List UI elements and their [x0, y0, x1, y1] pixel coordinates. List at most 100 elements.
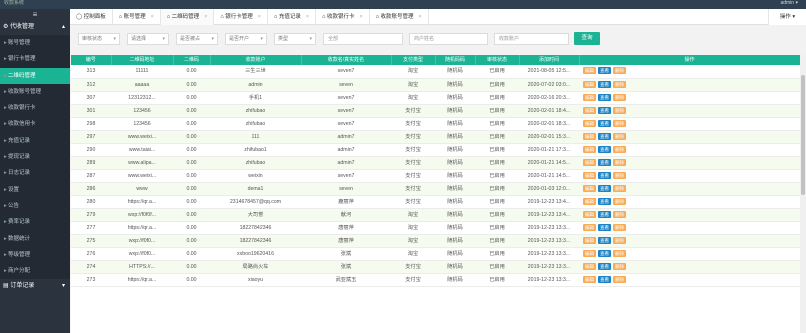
delete-button[interactable]: 删除	[613, 158, 626, 166]
view-button[interactable]: 查看	[598, 224, 611, 232]
select-audit-status[interactable]: 审核状态 ▾	[78, 33, 120, 45]
view-button[interactable]: 查看	[598, 67, 611, 75]
edit-button[interactable]: 编辑	[583, 250, 596, 258]
close-icon[interactable]: ×	[204, 14, 207, 20]
tab[interactable]: ⌂ 收款银行卡 ×	[316, 9, 370, 25]
view-button[interactable]: 查看	[598, 276, 611, 284]
table-row[interactable]: 301 123456 0.00 zhifubao seven7 支付宝 随机码 已启用 2020…	[71, 104, 800, 118]
delete-button[interactable]: 删除	[613, 211, 626, 219]
sidebar-item[interactable]: ▸设置	[0, 181, 70, 198]
table-row[interactable]: 276 wxp://f0f0... 0.00 xxboo19620416 张斌 淘宝 随机码…	[71, 247, 800, 262]
user-menu[interactable]: admin ▾	[780, 0, 798, 6]
sidebar-item[interactable]: ▸日志记录	[0, 165, 70, 182]
edit-button[interactable]: 编辑	[583, 211, 596, 219]
delete-button[interactable]: 删除	[613, 93, 626, 101]
edit-button[interactable]: 编辑	[583, 106, 596, 114]
delete-button[interactable]: 删除	[613, 250, 626, 258]
search-button[interactable]: 查询	[574, 32, 600, 45]
edit-button[interactable]: 编辑	[583, 119, 596, 127]
sidebar-item[interactable]: ▸充值记录	[0, 132, 70, 150]
close-icon[interactable]: ×	[419, 14, 422, 20]
table-row[interactable]: 298 123456 0.00 zhifubao seven7 支付宝 随机码 已启用 2020…	[71, 117, 800, 131]
table-row[interactable]: 275 wxp://f0f0... 0.00 18227842346 唐丽萍 淘宝 随机码已…	[71, 234, 800, 249]
table-row[interactable]: 286 www 0.00 dema1 seven 支付宝 随机码 已启用 2020-01-03 …	[71, 182, 800, 196]
table-row[interactable]: 312 aaaaa 0.00 admin seven 淘宝 随机码 已启用 2020-07-02…	[71, 78, 800, 92]
sidebar-group-collection[interactable]: ⚙ 代收管理 ▴	[0, 20, 70, 35]
tab[interactable]: ◯ 控制面板	[70, 9, 113, 25]
table-row[interactable]: 290 www.taiai... 0.00 zhifubao1 admin7 支付宝 随机码…	[71, 143, 800, 157]
view-button[interactable]: 查看	[598, 158, 611, 166]
view-button[interactable]: 查看	[598, 80, 611, 88]
close-icon[interactable]: ×	[306, 14, 309, 20]
edit-button[interactable]: 编辑	[583, 197, 596, 205]
view-button[interactable]: 查看	[598, 93, 611, 101]
delete-button[interactable]: 删除	[613, 106, 626, 114]
view-button[interactable]: 查看	[598, 197, 611, 205]
table-row[interactable]: 307 12312312... 0.00 手机1 seven7 淘宝 随机码 已启用 2020-…	[71, 91, 800, 105]
table-row[interactable]: 277 https://qr.a... 0.00 18227842346 唐丽萍 淘宝 随机…	[71, 221, 800, 236]
table-row[interactable]: 280 https://qr.a... 0.00 2314678457@qq.com 鹿…	[71, 195, 800, 210]
tab[interactable]: ⌂ 收款账号管理 ×	[370, 9, 429, 25]
sidebar-item[interactable]: ▸收款银行卡	[0, 100, 70, 117]
tab[interactable]: ⌂ 账号管理 ×	[113, 9, 161, 25]
delete-button[interactable]: 删除	[613, 67, 626, 75]
edit-button[interactable]: 编辑	[583, 263, 596, 271]
table-row[interactable]: 289 www.alipa... 0.00 zhifubao admin7 支付宝 随机码已…	[71, 156, 800, 170]
scrollbar-thumb[interactable]	[801, 75, 805, 195]
edit-button[interactable]: 编辑	[583, 184, 596, 192]
edit-button[interactable]: 编辑	[583, 171, 596, 179]
sidebar-group-orders[interactable]: ▤ 订单记录 ▾	[0, 279, 70, 295]
table-row[interactable]: 313 11111 0.00 三生三世 seven7 淘宝 随机码 已启用 2021-08-05…	[71, 65, 800, 79]
menu-toggle-icon[interactable]: ≡	[0, 9, 70, 20]
edit-button[interactable]: 编辑	[583, 93, 596, 101]
vertical-scrollbar[interactable]	[800, 55, 806, 333]
delete-button[interactable]: 删除	[613, 145, 626, 153]
close-icon[interactable]: ×	[359, 14, 362, 20]
sidebar-item[interactable]: ▸等级管理	[0, 246, 70, 264]
sidebar-item[interactable]: ▸公告	[0, 197, 70, 215]
table-row[interactable]: 274 HTTPS://... 0.00 局路尚火车 张斌 支付宝 随机码 已启用 2019-1…	[71, 260, 800, 275]
view-button[interactable]: 查看	[598, 211, 611, 219]
edit-button[interactable]: 编辑	[583, 237, 596, 245]
input-all[interactable]: 全部	[323, 33, 403, 45]
input-receive-account[interactable]: 收款账户	[494, 33, 569, 45]
table-row[interactable]: 287 www.weixi... 0.00 weixin seven7 支付宝 随机码 已启用…	[71, 169, 800, 183]
close-icon[interactable]: ×	[151, 14, 154, 20]
tab[interactable]: ⌂ 二维码管理 ×	[160, 9, 215, 25]
delete-button[interactable]: 删除	[613, 197, 626, 205]
select-occupied[interactable]: 是否被占 ▾	[176, 33, 218, 45]
delete-button[interactable]: 删除	[613, 184, 626, 192]
table-row[interactable]: 273 https://qr.a... 0.00 xiaoyu 武亚斌玉 支付宝 随机码 已启…	[71, 273, 800, 288]
sidebar-item[interactable]: ▸提现记录	[0, 149, 70, 166]
select-opened[interactable]: 是否开户 ▾	[225, 33, 267, 45]
view-button[interactable]: 查看	[598, 106, 611, 114]
tab-operations-menu[interactable]: 操作 ▾	[768, 9, 806, 25]
sidebar-item[interactable]: ▸数据统计	[0, 230, 70, 247]
sidebar-item[interactable]: ▸银行卡管理	[0, 51, 70, 68]
sidebar-item[interactable]: ▸二维码管理	[0, 67, 70, 84]
tab[interactable]: ⌂ 银行卡管理 ×	[214, 9, 268, 25]
view-button[interactable]: 查看	[598, 237, 611, 245]
delete-button[interactable]: 删除	[613, 80, 626, 88]
delete-button[interactable]: 删除	[613, 276, 626, 284]
edit-button[interactable]: 编辑	[583, 276, 596, 284]
delete-button[interactable]: 删除	[613, 224, 626, 232]
view-button[interactable]: 查看	[598, 132, 611, 140]
table-row[interactable]: 297 www.weixi... 0.00 111 admin7 支付宝 随机码 已启用 202…	[71, 130, 800, 144]
view-button[interactable]: 查看	[598, 263, 611, 271]
tab[interactable]: ⌂ 充值记录 ×	[268, 9, 317, 25]
edit-button[interactable]: 编辑	[583, 67, 596, 75]
select-generic[interactable]: 请选择 ▾	[127, 33, 169, 45]
sidebar-item[interactable]: ▸费率记录	[0, 214, 70, 231]
close-icon[interactable]: ×	[258, 14, 261, 20]
sidebar-item[interactable]: ▸收款信用卡	[0, 116, 70, 133]
sidebar-item[interactable]: ▸商户分配	[0, 263, 70, 280]
view-button[interactable]: 查看	[598, 171, 611, 179]
edit-button[interactable]: 编辑	[583, 145, 596, 153]
sidebar-item[interactable]: ▸收款账号管理	[0, 83, 70, 101]
edit-button[interactable]: 编辑	[583, 80, 596, 88]
sidebar-item[interactable]: ▸账号管理	[0, 35, 70, 52]
view-button[interactable]: 查看	[598, 145, 611, 153]
delete-button[interactable]: 删除	[613, 119, 626, 127]
table-row[interactable]: 279 wxp://f0f0f... 0.00 大司誉 献河 淘宝 随机码 已启用 2019-1…	[71, 208, 800, 223]
